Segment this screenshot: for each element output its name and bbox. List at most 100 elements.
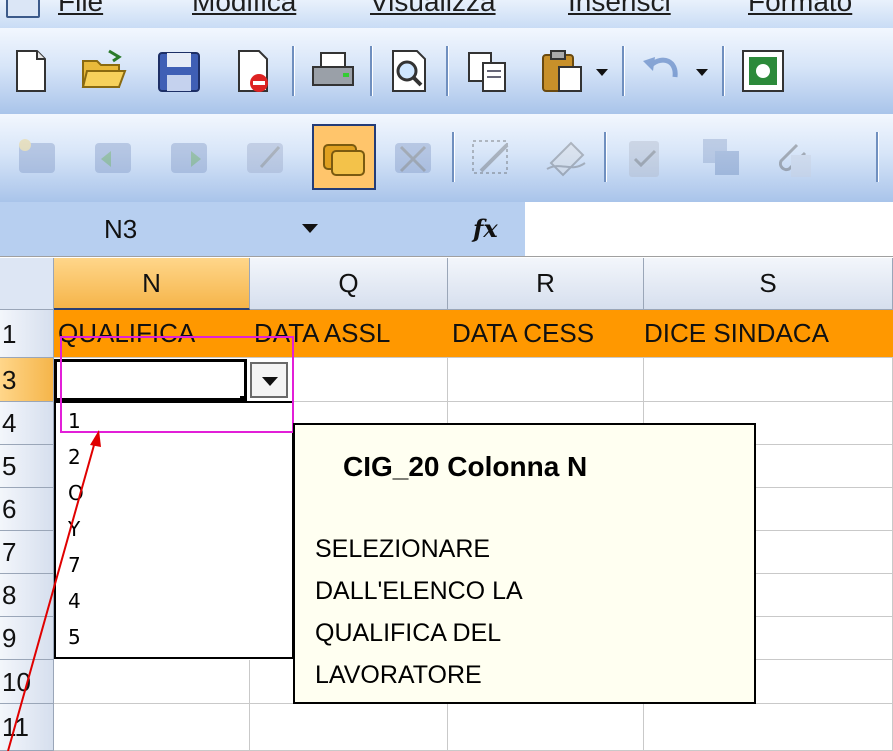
show-comment-button[interactable]: [236, 128, 294, 186]
paste-icon: [542, 50, 582, 92]
research-icon: [742, 50, 784, 92]
permission-icon: [238, 50, 268, 92]
ink-pen-icon: [472, 140, 509, 174]
delete-comment-icon: [395, 143, 431, 173]
open-folder-icon: [81, 49, 127, 88]
eraser-icon: [546, 141, 586, 177]
row-header-3[interactable]: 3: [0, 358, 54, 402]
toolbar-separator: [876, 132, 879, 182]
chevron-down-icon: [696, 68, 708, 76]
erase-ink-button[interactable]: [536, 128, 594, 186]
open-button[interactable]: [74, 42, 132, 100]
ink-annotation-button[interactable]: [462, 128, 520, 186]
cell-r11[interactable]: [448, 704, 644, 751]
show-all-comments-icon: [323, 144, 365, 176]
print-preview-button[interactable]: [380, 42, 438, 100]
row-header-9[interactable]: 9: [0, 617, 54, 660]
copy-icon: [468, 52, 506, 92]
track-changes-button[interactable]: [616, 128, 674, 186]
cell-r1[interactable]: DATA CESS: [448, 310, 644, 358]
attach-button[interactable]: [762, 128, 820, 186]
workbook-icon[interactable]: [6, 0, 40, 18]
save-disk-icon: [158, 52, 200, 92]
dropdown-option[interactable]: 7: [68, 553, 81, 577]
printer-icon: [312, 52, 354, 86]
previous-comment-icon: [95, 143, 131, 173]
paste-button[interactable]: [534, 42, 592, 100]
row-header-7[interactable]: 7: [0, 531, 54, 574]
toolbar-separator: [722, 46, 725, 96]
paste-dropdown[interactable]: [594, 52, 610, 92]
highlight-rectangle: [60, 336, 294, 433]
input-message-line: SELEZIONARE: [315, 535, 491, 563]
spreadsheet-grid: N Q R S 1 3 4 5 6 7 8 9 10 11 QUALIFICA …: [0, 258, 893, 751]
menu-bar: File Modifica Visualizza Inserisci Forma…: [0, 0, 893, 28]
cell-n11[interactable]: [54, 704, 250, 751]
cell-q11[interactable]: [250, 704, 448, 751]
next-comment-button[interactable]: [160, 128, 218, 186]
previous-comment-button[interactable]: [84, 128, 142, 186]
copy-button[interactable]: [458, 42, 516, 100]
research-button[interactable]: [734, 42, 792, 100]
formula-input[interactable]: [525, 202, 893, 256]
show-all-comments-button[interactable]: [312, 124, 376, 190]
row-header-1[interactable]: 1: [0, 310, 54, 358]
dropdown-option[interactable]: 4: [68, 589, 81, 613]
cell-s3[interactable]: [644, 358, 893, 402]
cell-n10[interactable]: [54, 660, 250, 704]
menu-edit[interactable]: Modifica: [192, 0, 296, 18]
permission-button[interactable]: [224, 42, 282, 100]
dropdown-option[interactable]: 5: [68, 625, 81, 649]
input-message-line: DALL'ELENCO LA: [315, 577, 523, 605]
row-header-10[interactable]: 10: [0, 660, 54, 704]
dropdown-option[interactable]: 2: [68, 445, 81, 469]
delete-comment-button[interactable]: [384, 128, 442, 186]
insert-function-icon[interactable]: fx: [473, 214, 498, 243]
toolbar-separator: [370, 46, 373, 96]
input-message-line: LAVORATORE: [315, 661, 482, 689]
cell-r3[interactable]: [448, 358, 644, 402]
row-header-8[interactable]: 8: [0, 574, 54, 617]
cell-s1[interactable]: DICE SINDACA: [644, 310, 893, 358]
toolbar-separator: [604, 132, 607, 182]
dropdown-option[interactable]: Y: [68, 517, 80, 541]
undo-dropdown[interactable]: [694, 52, 710, 92]
chevron-down-icon[interactable]: [302, 224, 318, 233]
formula-bar: N3 fx: [0, 202, 893, 257]
menu-view[interactable]: Visualizza: [370, 0, 496, 18]
menu-format[interactable]: Formato: [748, 0, 852, 18]
dropdown-option[interactable]: O: [68, 481, 84, 505]
column-header-s[interactable]: S: [644, 258, 893, 310]
column-header-q[interactable]: Q: [250, 258, 448, 310]
reviewing-toolbar: [0, 114, 893, 203]
row-header-11[interactable]: 11: [0, 704, 54, 751]
row-header-6[interactable]: 6: [0, 488, 54, 531]
toolbar-separator: [622, 46, 625, 96]
row-header-5[interactable]: 5: [0, 445, 54, 488]
shared-workbook-icon: [703, 139, 739, 175]
new-comment-button[interactable]: [8, 128, 66, 186]
name-box-value: N3: [104, 214, 138, 244]
menu-insert[interactable]: Inserisci: [568, 0, 671, 18]
row-header-4[interactable]: 4: [0, 402, 54, 445]
undo-button[interactable]: [632, 42, 690, 100]
show-comment-icon: [247, 143, 283, 173]
print-button[interactable]: [304, 42, 362, 100]
shared-workbook-button[interactable]: [692, 128, 750, 186]
menu-file[interactable]: File: [58, 0, 103, 18]
select-all-corner[interactable]: [0, 258, 54, 310]
new-document-button[interactable]: [0, 42, 58, 100]
paperclip-icon: [778, 143, 811, 177]
standard-toolbar: [0, 28, 893, 115]
next-comment-icon: [171, 143, 207, 173]
column-header-n[interactable]: N: [54, 258, 250, 310]
undo-icon: [643, 57, 678, 78]
cell-s11[interactable]: [644, 704, 893, 751]
input-message-title: CIG_20 Colonna N: [343, 451, 588, 482]
input-message-box: CIG_20 Colonna N SELEZIONARE DALL'ELENCO…: [293, 423, 756, 704]
name-box[interactable]: N3: [0, 202, 335, 256]
print-preview-icon: [392, 50, 426, 92]
column-header-r[interactable]: R: [448, 258, 644, 310]
new-comment-icon: [19, 139, 55, 173]
save-button[interactable]: [150, 42, 208, 100]
